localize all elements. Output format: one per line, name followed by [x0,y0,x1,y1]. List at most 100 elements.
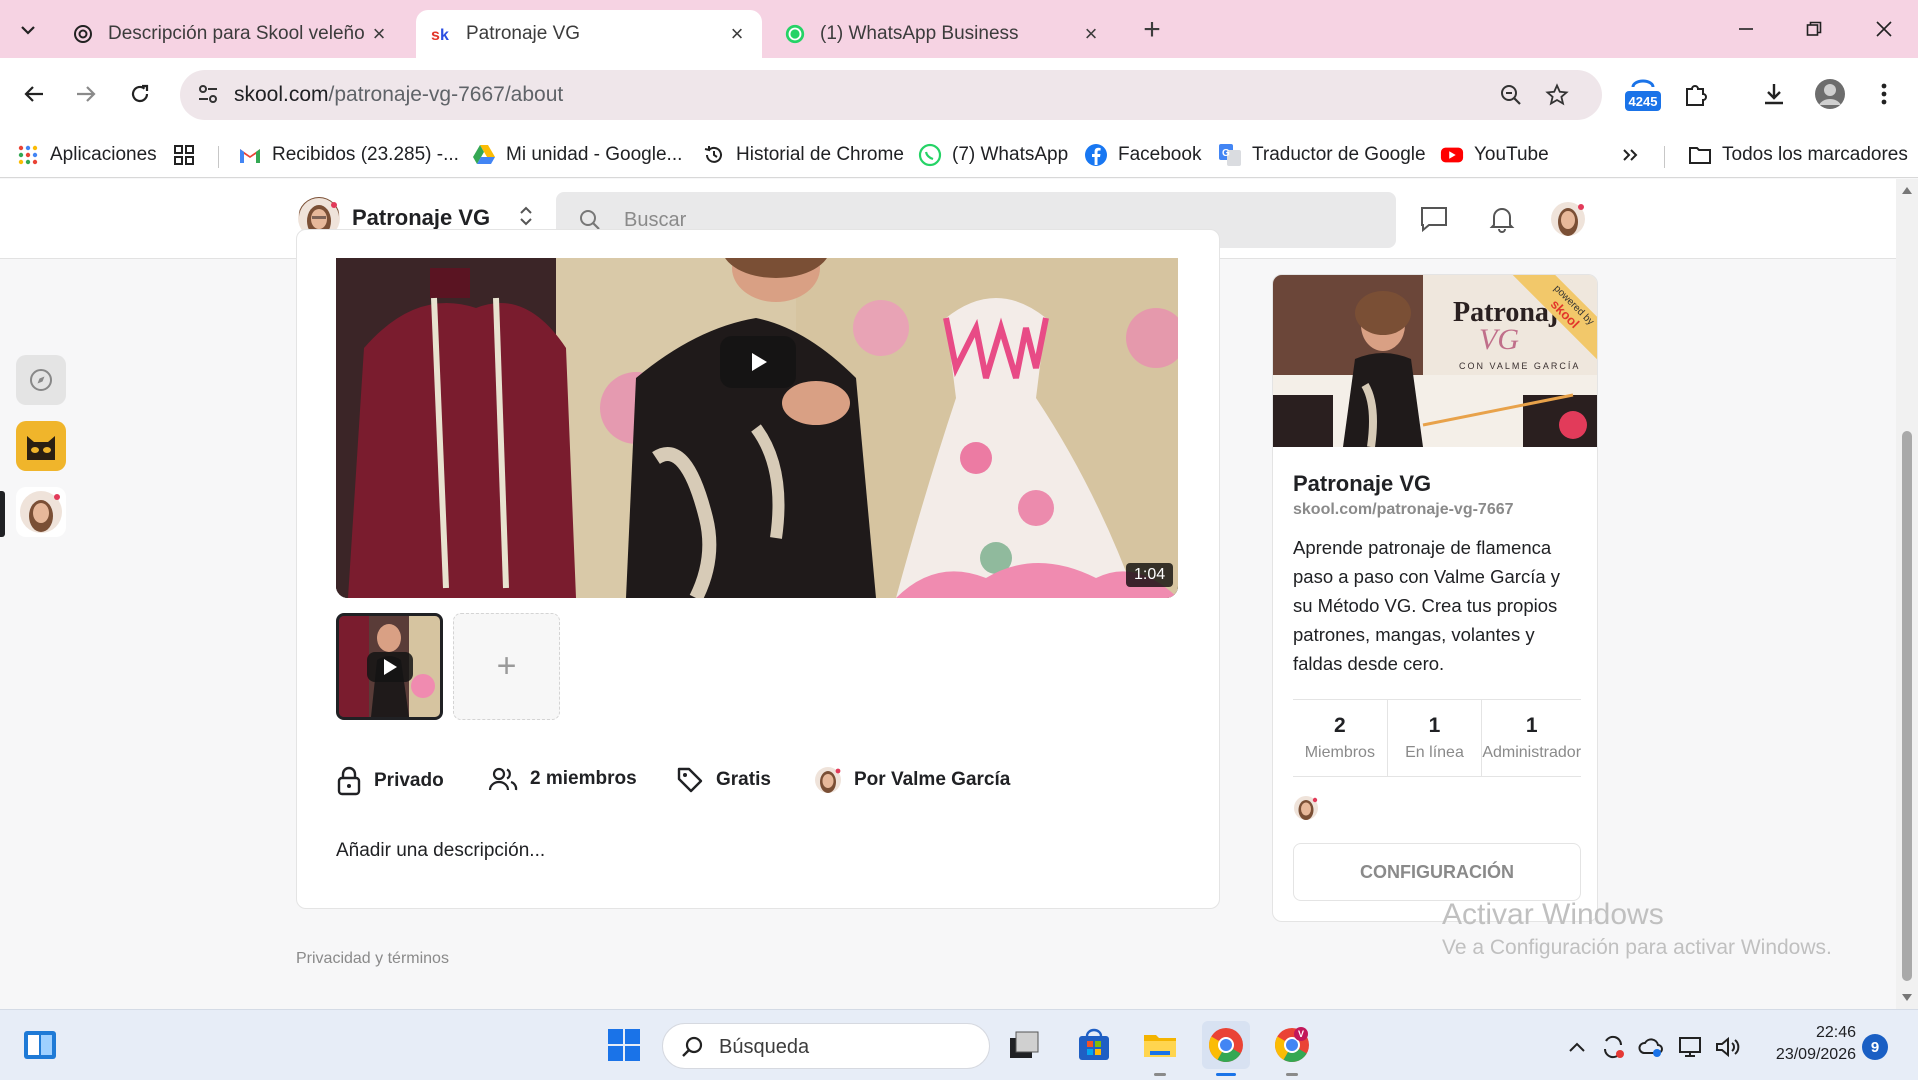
forward-button[interactable] [66,74,106,114]
add-media-button[interactable]: + [453,613,560,720]
widgets-button[interactable] [16,1021,64,1069]
facebook-icon [1084,143,1108,167]
bookmark-tab-groups[interactable] [172,140,206,170]
close-icon [1876,21,1892,37]
network-tray-icon[interactable] [1676,1032,1706,1062]
start-button[interactable] [600,1021,648,1069]
store-icon [1079,1028,1109,1060]
stat-value: 2 [1333,714,1346,737]
bookmark-google-translate[interactable]: G Traductor de Google [1218,140,1426,170]
owner-info[interactable]: Por Valme García [814,766,1010,794]
svg-text:G: G [1222,148,1230,159]
address-bar[interactable]: skool.com/patronaje-vg-7667/about [180,70,1602,120]
restore-button[interactable] [1790,12,1838,46]
rail-group-patronaje[interactable] [16,487,66,537]
sync-tray-icon[interactable] [1598,1032,1628,1062]
bookmark-gmail[interactable]: Recibidos (23.285) -... [238,140,459,170]
close-tab-icon[interactable]: × [368,21,390,46]
close-tab-icon[interactable]: × [1080,21,1102,46]
speaker-icon [1716,1036,1740,1058]
group-info-card: Patronaje VG CON VALME GARCÍA powered by… [1272,274,1598,922]
discover-button[interactable] [16,355,66,405]
bookmark-google-drive[interactable]: Mi unidad - Google... [472,140,682,170]
volume-tray-icon[interactable] [1712,1032,1742,1062]
bookmark-separator [1664,146,1665,168]
site-settings-icon[interactable] [196,82,220,111]
bookmark-label: Traductor de Google [1252,144,1426,165]
bookmark-label: (7) WhatsApp [952,144,1069,165]
scroll-up-icon[interactable] [1900,183,1914,197]
user-avatar-button[interactable] [1550,201,1586,237]
video-player[interactable] [336,258,1178,598]
add-description-link[interactable]: Añadir una descripción... [336,840,545,862]
reload-icon [131,84,149,103]
media-thumbnail[interactable] [336,613,443,720]
chrome-menu-button[interactable] [1862,72,1906,116]
reload-button[interactable] [120,74,160,114]
bookmark-chrome-history[interactable]: Historial de Chrome [702,140,904,170]
tab-groups-icon [172,143,196,167]
privacy-terms-link[interactable]: Privacidad y términos [296,950,449,968]
settings-button[interactable]: CONFIGURACIÓN [1293,843,1581,901]
group-avatar [20,491,62,533]
notifications-button[interactable] [1484,201,1520,237]
bookmark-facebook[interactable]: Facebook [1084,140,1201,170]
show-hidden-icons-button[interactable] [1562,1032,1592,1062]
bookmark-whatsapp[interactable]: (7) WhatsApp [918,140,1068,170]
microsoft-store-button[interactable] [1070,1021,1118,1069]
tab-whatsapp-business[interactable]: (1) WhatsApp Business × [770,10,1116,58]
member-avatar[interactable] [1293,795,1319,821]
tab-strip: Descripción para Skool veleño × sk Patro… [0,0,1918,58]
stat-admins[interactable]: 1 Administrador [1481,700,1581,776]
thumbnail-image [339,616,440,717]
tab-chatgpt[interactable]: Descripción para Skool veleño × [58,10,404,58]
onedrive-tray-icon[interactable] [1636,1032,1666,1062]
zoom-icon[interactable] [1498,82,1524,108]
tab-patronaje[interactable]: sk Patronaje VG × [416,10,762,58]
restore-icon [1806,21,1822,36]
bookmark-star-icon[interactable] [1544,82,1570,108]
windows-taskbar: Búsqueda V 22:46 23/09/2026 9 [0,1009,1918,1080]
back-button[interactable] [14,74,54,114]
chrome-taskbar-button[interactable] [1202,1021,1250,1069]
close-tab-icon[interactable]: × [726,21,748,46]
chrome-profile-taskbar-button[interactable]: V [1268,1021,1316,1069]
new-tab-button[interactable]: + [1136,13,1168,46]
running-indicator [1286,1073,1298,1076]
extension-badge-icon: 4245 [1625,79,1661,111]
rail-group-cat[interactable] [16,421,66,471]
file-explorer-button[interactable] [1136,1021,1184,1069]
profile-button[interactable] [1808,72,1852,116]
play-button[interactable] [720,336,796,388]
tab-search-button[interactable] [12,14,44,46]
stat-online[interactable]: 1 En línea [1386,700,1482,776]
bookmarks-overflow-button[interactable] [1618,140,1652,170]
minimize-button[interactable] [1722,12,1770,46]
stat-label: Miembros [1304,744,1375,761]
stat-value: 1 [1525,714,1538,737]
system-clock[interactable]: 22:46 23/09/2026 [1756,1022,1856,1066]
page-scrollbar[interactable] [1896,179,1918,1009]
bookmark-youtube[interactable]: YouTube [1440,140,1549,170]
privacy-info: Privado [336,766,444,796]
all-bookmarks-folder[interactable]: Todos los marcadores [1688,140,1908,170]
bookmark-label: Historial de Chrome [736,144,904,165]
bookmark-apps[interactable]: Aplicaciones [16,140,157,170]
close-window-button[interactable] [1860,12,1908,46]
taskbar-search-input[interactable]: Búsqueda [662,1023,990,1069]
network-icon [1679,1037,1701,1057]
extension-counter-button[interactable]: 4245 [1620,72,1664,116]
windows-logo-icon [608,1029,640,1061]
scrollbar-thumb[interactable] [1902,431,1912,981]
notification-badge[interactable]: 9 [1862,1034,1888,1060]
scroll-down-icon[interactable] [1900,991,1914,1005]
bell-icon [1489,208,1515,233]
stat-members[interactable]: 2 Miembros [1293,700,1387,776]
chat-button[interactable] [1416,201,1452,237]
cat-icon [19,424,63,468]
extensions-button[interactable] [1674,72,1718,116]
task-view-button[interactable] [1000,1021,1048,1069]
bookmark-label: Facebook [1118,144,1202,165]
downloads-button[interactable] [1752,72,1796,116]
profile-avatar-icon [1815,79,1845,109]
